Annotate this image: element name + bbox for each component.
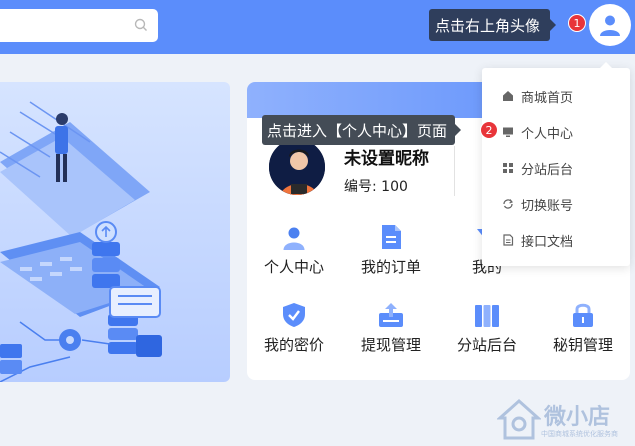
home-icon <box>503 91 513 101</box>
grid-item-label: 秘钥管理 <box>552 336 613 354</box>
grid-icon <box>503 163 513 173</box>
grid-item-label: 我的密价 <box>263 336 324 354</box>
divider <box>454 146 455 196</box>
shield-icon <box>283 303 305 327</box>
user-dropdown-menu: 商城首页 个人中心 分站后台 切换账号 接口文档 <box>482 62 630 266</box>
avatar-image-icon <box>269 139 325 195</box>
profile-user-id: 编号: 100 <box>344 179 408 195</box>
guide-tooltip-step1: 点击右上角头像 <box>429 9 557 41</box>
order-icon <box>382 225 401 249</box>
grid-item-label: 分站后台 <box>456 336 517 354</box>
grid-item-substation-admin[interactable]: 分站后台 <box>442 300 532 355</box>
grid-item-label: 个人中心 <box>263 258 324 276</box>
dropdown-item-switch-account[interactable]: 切换账号 <box>502 193 573 215</box>
grid-item-label: 提现管理 <box>360 336 421 354</box>
profile-avatar[interactable] <box>267 137 327 197</box>
monitor-icon <box>503 127 513 137</box>
dropdown-item-label: 切换账号 <box>521 198 574 214</box>
isometric-laptop-illustration <box>0 101 162 382</box>
house-logo-icon <box>497 398 541 440</box>
dropdown-item-substation-admin[interactable]: 分站后台 <box>502 157 573 179</box>
dropdown-item-label: 个人中心 <box>521 126 574 142</box>
search-icon[interactable] <box>134 18 148 32</box>
dropdown-item-label: 接口文档 <box>521 234 574 250</box>
grid-item-withdraw[interactable]: 提现管理 <box>346 300 436 355</box>
grid-item-secret-key[interactable]: 秘钥管理 <box>538 300 628 355</box>
dropdown-item-label: 分站后台 <box>521 162 574 178</box>
guide-tooltip-text: 点击右上角头像 <box>435 16 541 35</box>
guide-tooltip-step2: 点击进入【个人中心】页面 <box>262 115 462 145</box>
brand-watermark: 微小店 中国商城系统优化服务商 <box>497 396 633 444</box>
document-icon <box>503 234 514 246</box>
dropdown-item-mall-home[interactable]: 商城首页 <box>502 85 573 107</box>
grid-item-user-center[interactable]: 个人中心 <box>249 222 339 277</box>
user-icon <box>283 227 305 250</box>
search-input[interactable] <box>6 9 126 40</box>
lock-icon <box>573 303 593 327</box>
user-icon <box>600 15 620 36</box>
grid-item-my-orders[interactable]: 我的订单 <box>346 222 436 277</box>
search-box[interactable] <box>0 9 158 42</box>
panel-icon <box>475 305 499 327</box>
dropdown-item-user-center[interactable]: 个人中心 <box>502 121 573 143</box>
guide-tooltip-text: 点击进入【个人中心】页面 <box>267 121 448 140</box>
watermark-subtitle: 中国商城系统优化服务商 <box>541 430 618 438</box>
grid-item-my-price[interactable]: 我的密价 <box>249 300 339 355</box>
promo-banner-illustration <box>0 82 230 382</box>
withdraw-icon <box>379 303 403 327</box>
switch-icon <box>503 199 513 209</box>
user-avatar-button[interactable] <box>589 4 631 46</box>
step-number-badge: 1 <box>568 14 586 32</box>
step-number-badge: 2 <box>480 121 498 139</box>
dropdown-item-label: 商城首页 <box>521 90 574 106</box>
dropdown-item-api-docs[interactable]: 接口文档 <box>502 229 573 251</box>
profile-nickname: 未设置昵称 <box>344 149 429 169</box>
grid-item-label: 我的订单 <box>360 258 421 276</box>
watermark-title: 微小店 <box>544 405 611 430</box>
